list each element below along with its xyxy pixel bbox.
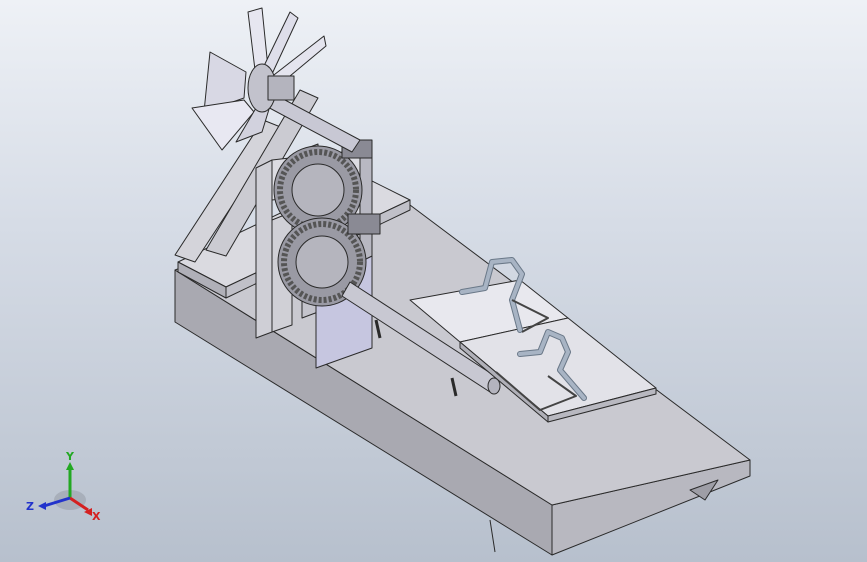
z-axis-label: Z bbox=[26, 500, 34, 513]
fan bbox=[191, 7, 327, 151]
fan-blade bbox=[247, 7, 269, 71]
fan-blade bbox=[191, 99, 255, 151]
axis-triad: Y X Z bbox=[26, 450, 101, 523]
fan-hub-collar bbox=[267, 75, 295, 101]
model-viewport[interactable]: Y X Z bbox=[0, 0, 867, 562]
y-axis-head bbox=[66, 462, 74, 470]
x-axis-label: X bbox=[92, 510, 101, 523]
model-scene[interactable] bbox=[0, 0, 867, 562]
hull-crease bbox=[489, 519, 496, 553]
z-axis-head bbox=[38, 502, 46, 510]
y-axis-label: Y bbox=[65, 450, 75, 463]
